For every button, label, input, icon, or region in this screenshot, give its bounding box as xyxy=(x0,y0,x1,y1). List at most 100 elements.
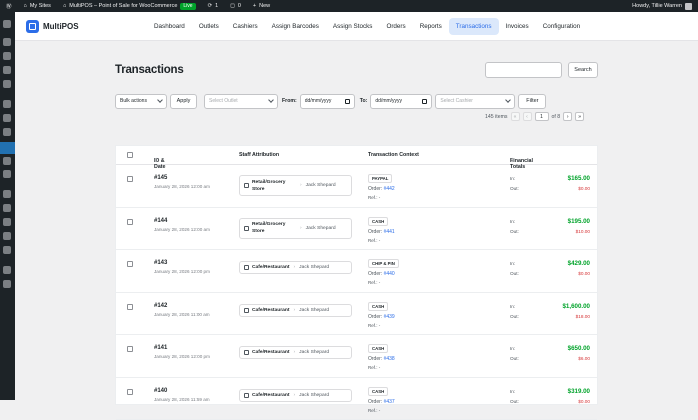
greeting-text: Howdy, Tillie Warren xyxy=(632,3,682,9)
updates-count: 1 xyxy=(215,3,218,9)
order-link[interactable]: #441 xyxy=(384,229,395,235)
nav-outlets[interactable]: Outlets xyxy=(192,18,226,35)
nav-transactions[interactable]: Transactions xyxy=(449,18,499,35)
marketing-icon[interactable] xyxy=(3,170,11,178)
from-date-input[interactable]: dd/mm/yyyy xyxy=(300,94,355,109)
pagination: 145 items « ‹ 1 of 8 › » xyxy=(485,111,584,122)
cashier-name: Jack Shepard xyxy=(299,392,329,399)
transaction-id[interactable]: #145 xyxy=(154,175,167,181)
nav-assign-barcodes[interactable]: Assign Barcodes xyxy=(265,18,326,35)
row-checkbox[interactable] xyxy=(127,261,133,267)
collapse-menu-icon[interactable] xyxy=(3,280,11,288)
multipos-icon[interactable] xyxy=(0,142,15,154)
plugins-icon[interactable] xyxy=(3,204,11,212)
row-checkbox[interactable] xyxy=(127,389,133,395)
home-icon: ⌂ xyxy=(63,3,66,9)
next-page-button[interactable]: › xyxy=(563,112,572,121)
row-checkbox[interactable] xyxy=(127,304,133,310)
amount-in: $319.00 xyxy=(568,388,590,395)
users-icon[interactable] xyxy=(3,218,11,226)
to-label: To: xyxy=(360,98,368,104)
dashboard-icon[interactable] xyxy=(3,20,11,28)
last-page-button[interactable]: » xyxy=(575,112,584,121)
to-date-input[interactable]: dd/mm/yyyy xyxy=(370,94,432,109)
bulk-actions-select[interactable]: Bulk actions xyxy=(115,94,167,109)
comments-menu[interactable]: ◻0 xyxy=(224,0,247,12)
total-pages: of 8 xyxy=(552,114,561,120)
staff-attribution: Retail/Grocery Store›Jack Shepard xyxy=(239,175,352,196)
row-checkbox[interactable] xyxy=(127,346,133,352)
payment-method-badge: CHIP & PIN xyxy=(368,259,399,268)
woocommerce-icon[interactable] xyxy=(3,100,11,108)
ref-text: Ref.: - xyxy=(368,408,380,413)
pages-icon[interactable] xyxy=(3,66,11,74)
order-link[interactable]: #440 xyxy=(384,271,395,277)
order-ref: Order: #441 xyxy=(368,229,395,235)
nav-cashiers[interactable]: Cashiers xyxy=(226,18,265,35)
transaction-id[interactable]: #141 xyxy=(154,345,167,351)
analytics-icon[interactable] xyxy=(3,157,11,165)
nav-reports[interactable]: Reports xyxy=(413,18,449,35)
table-body: #145January 28, 2026 12:00 amRetail/Groc… xyxy=(116,165,597,420)
search-input[interactable] xyxy=(485,62,562,78)
amount-in: $165.00 xyxy=(568,175,590,182)
out-label: Out: xyxy=(510,186,519,191)
search-button[interactable]: Search xyxy=(568,62,598,78)
cashier-name: Jack Shepard xyxy=(299,349,329,356)
account-menu[interactable]: Howdy, Tillie Warren xyxy=(632,3,698,10)
transaction-id[interactable]: #140 xyxy=(154,388,167,394)
apply-button[interactable]: Apply xyxy=(170,94,197,109)
site-name-menu[interactable]: ⌂MultiPOS – Point of Sale for WooCommerc… xyxy=(57,0,202,12)
filter-bar: Bulk actions Apply Select Outlet From: d… xyxy=(115,93,546,109)
transaction-id[interactable]: #144 xyxy=(154,218,167,224)
nav-dashboard[interactable]: Dashboard xyxy=(147,18,192,35)
order-link[interactable]: #439 xyxy=(384,314,395,320)
order-ref: Order: #437 xyxy=(368,399,395,405)
tools-icon[interactable] xyxy=(3,232,11,240)
first-page-button[interactable]: « xyxy=(511,112,520,121)
filter-button[interactable]: Filter xyxy=(518,94,546,109)
calendar-icon xyxy=(422,99,427,104)
order-link[interactable]: #442 xyxy=(384,186,395,192)
new-content-menu[interactable]: +New xyxy=(247,0,276,12)
pin-icon[interactable] xyxy=(3,38,11,46)
current-page-input[interactable]: 1 xyxy=(535,112,549,121)
ref-text: Ref.: - xyxy=(368,280,380,285)
products-icon[interactable] xyxy=(3,114,11,122)
outlet-select[interactable]: Select Outlet xyxy=(204,94,278,109)
appearance-icon[interactable] xyxy=(3,190,11,198)
transaction-id[interactable]: #143 xyxy=(154,260,167,266)
outlet-name: Cafe/Restaurant xyxy=(252,392,290,399)
order-link[interactable]: #438 xyxy=(384,356,395,362)
staff-attribution: Cafe/Restaurant›Jack Shepard xyxy=(239,346,352,359)
cashier-name: Jack Shepard xyxy=(306,182,338,189)
out-label: Out: xyxy=(510,271,519,276)
my-sites-menu[interactable]: ⌂My Sites xyxy=(18,0,57,12)
prev-page-button[interactable]: ‹ xyxy=(523,112,532,121)
store-icon xyxy=(244,308,249,313)
nav-configuration[interactable]: Configuration xyxy=(536,18,587,35)
outlet-name: Retail/Grocery Store xyxy=(252,221,296,235)
refresh-icon: ⟳ xyxy=(208,3,213,9)
settings-icon[interactable] xyxy=(3,246,11,254)
row-checkbox[interactable] xyxy=(127,219,133,225)
nav-orders[interactable]: Orders xyxy=(379,18,412,35)
row-checkbox[interactable] xyxy=(127,176,133,182)
admin-bar: Ⓦ ⌂My Sites ⌂MultiPOS – Point of Sale fo… xyxy=(0,0,698,12)
blocks-icon[interactable] xyxy=(3,266,11,274)
updates-menu[interactable]: ⟳1 xyxy=(202,0,225,12)
payments-icon[interactable] xyxy=(3,128,11,136)
cashier-placeholder: Select Cashier xyxy=(440,98,473,104)
items-count: 145 items xyxy=(485,114,508,120)
comments-icon[interactable] xyxy=(3,80,11,88)
select-all-checkbox[interactable] xyxy=(127,152,133,158)
media-icon[interactable] xyxy=(3,52,11,60)
transaction-id[interactable]: #142 xyxy=(154,303,167,309)
nav-invoices[interactable]: Invoices xyxy=(499,18,536,35)
table-row: #145January 28, 2026 12:00 amRetail/Groc… xyxy=(116,165,597,208)
outlet-name: Retail/Grocery Store xyxy=(252,179,296,193)
cashier-select[interactable]: Select Cashier xyxy=(435,94,515,109)
wp-logo-icon[interactable]: Ⓦ xyxy=(0,0,18,12)
nav-assign-stocks[interactable]: Assign Stocks xyxy=(326,18,380,35)
order-link[interactable]: #437 xyxy=(384,399,395,405)
